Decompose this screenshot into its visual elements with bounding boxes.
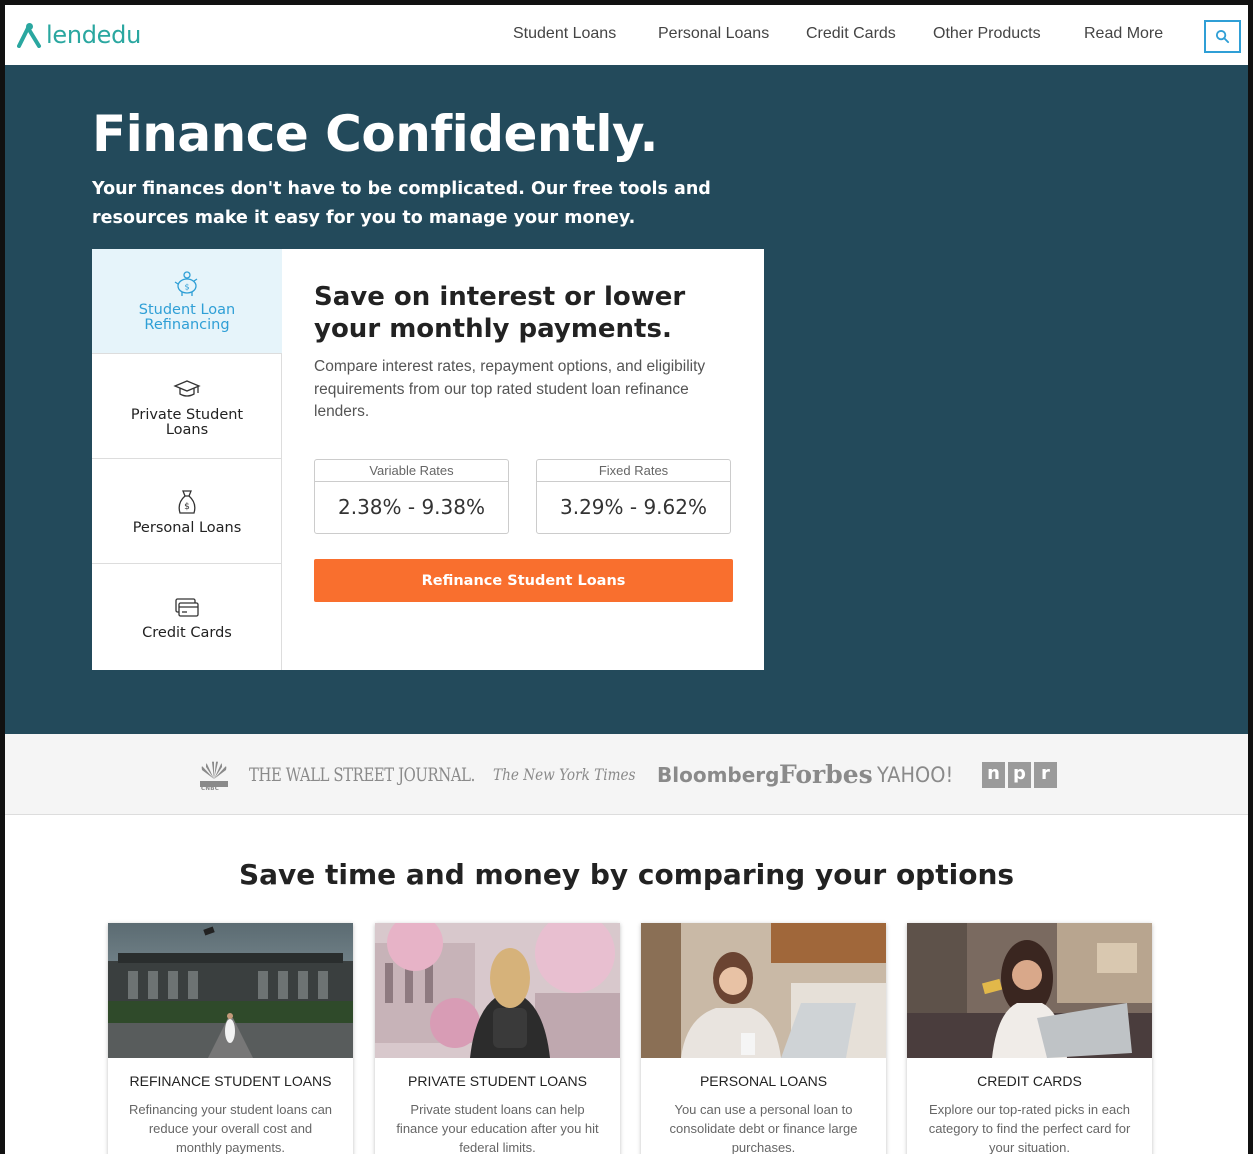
yahoo-logo: YAHOO! <box>877 762 954 787</box>
lendedu-logo[interactable]: lendedu <box>17 21 141 49</box>
woman-credit-card-photo <box>907 923 1152 1058</box>
card-refinance-student-loans[interactable]: REFINANCE STUDENT LOANS Refinancing your… <box>108 923 353 1154</box>
product-tabs: $ Student Loan Refinancing Private Stude… <box>92 249 282 670</box>
card-title: PERSONAL LOANS <box>699 1073 828 1089</box>
fixed-rates-label: Fixed Rates <box>537 460 730 482</box>
hero-subtitle-line-2: resources make it easy for you to manage… <box>92 208 636 228</box>
panel-description: Compare interest rates, repayment option… <box>314 358 706 420</box>
nav-student-loans[interactable]: Student Loans <box>513 25 616 43</box>
card-description: Refinancing your student loans can reduc… <box>128 1102 333 1154</box>
svg-text:$: $ <box>184 502 190 512</box>
card-title: CREDIT CARDS <box>977 1073 1082 1089</box>
logo-text: lendedu <box>46 21 141 49</box>
hero-subtitle: Your finances don't have to be complicat… <box>92 175 732 233</box>
press-logos-bar: CNBC THE WALL STREET JOURNAL. The New Yo… <box>5 734 1248 815</box>
npr-letter-n: n <box>982 761 1005 788</box>
credit-card-icon <box>175 598 199 617</box>
card-title: REFINANCE STUDENT LOANS <box>129 1073 332 1089</box>
hero-subtitle-line-1: Your finances don't have to be complicat… <box>92 179 711 199</box>
search-button[interactable] <box>1204 20 1241 53</box>
nav-other-products[interactable]: Other Products <box>933 25 1041 43</box>
tab-personal-loans[interactable]: $ Personal Loans <box>92 459 282 564</box>
variable-rates-value: 2.38% - 9.38% <box>337 495 485 519</box>
tab-private-student-loans[interactable]: Private Student Loans <box>92 354 282 459</box>
tab-label: Credit Cards <box>142 625 232 641</box>
panel-title: Save on interest or lower your monthly p… <box>314 282 686 344</box>
graduation-cap-icon <box>173 380 201 397</box>
wsj-logo: THE WALL STREET JOURNAL. <box>249 763 475 786</box>
card-credit-cards[interactable]: CREDIT CARDS Explore our top-rated picks… <box>907 923 1152 1154</box>
woman-laptop-kitchen-photo <box>641 923 886 1058</box>
forbes-logo: Forbes <box>779 760 873 789</box>
card-private-student-loans[interactable]: PRIVATE STUDENT LOANS Private student lo… <box>375 923 620 1154</box>
variable-rates-box: Variable Rates 2.38% - 9.38% <box>314 459 509 534</box>
card-title: PRIVATE STUDENT LOANS <box>408 1073 587 1089</box>
svg-text:$: $ <box>184 283 189 292</box>
hero-section: Finance Confidently. Your finances don't… <box>5 65 1248 734</box>
product-widget: $ Student Loan Refinancing Private Stude… <box>92 249 764 670</box>
npr-logo: npr npr <box>982 734 1060 815</box>
hero-title: Finance Confidently. <box>92 105 659 163</box>
fixed-rates-value: 3.29% - 9.62% <box>559 495 707 519</box>
cnbc-logo-text: CNBC <box>201 786 220 792</box>
cnbc-logo: CNBC <box>196 734 232 815</box>
student-backpack-photo <box>375 923 620 1058</box>
nav-read-more[interactable]: Read More <box>1084 25 1163 43</box>
search-icon <box>1215 29 1230 44</box>
npr-letter-p: p <box>1008 761 1031 788</box>
card-description: You can use a personal loan to consolida… <box>669 1102 858 1154</box>
lendedu-logo-icon <box>17 23 41 48</box>
npr-letter-r: r <box>1034 761 1057 788</box>
refinance-student-loans-button[interactable]: Refinance Student Loans <box>314 559 733 602</box>
card-description: Explore our top-rated picks in each cate… <box>928 1102 1131 1154</box>
bloomberg-logo: Bloomberg <box>657 762 780 787</box>
cnbc-peacock-icon <box>200 761 228 787</box>
nyt-logo: The New York Times <box>493 765 636 784</box>
tab-student-loan-refinancing[interactable]: $ Student Loan Refinancing <box>92 249 282 354</box>
money-bag-icon: $ <box>178 489 196 514</box>
fixed-rates-box: Fixed Rates 3.29% - 9.62% <box>536 459 731 534</box>
nav-personal-loans[interactable]: Personal Loans <box>658 25 769 43</box>
card-description: Private student loans can help finance y… <box>396 1102 599 1154</box>
compare-section-title: Save time and money by comparing your op… <box>238 858 1015 891</box>
variable-rates-label: Variable Rates <box>315 460 508 482</box>
stadium-graduation-photo <box>108 923 353 1058</box>
tab-label: Private Student Loans <box>130 407 244 438</box>
tab-label: Personal Loans <box>132 519 242 536</box>
top-header: lendedu Student Loans Personal Loans Cre… <box>5 5 1248 65</box>
piggy-bank-icon: $ <box>174 271 198 296</box>
card-personal-loans[interactable]: PERSONAL LOANS You can use a personal lo… <box>641 923 886 1154</box>
nav-credit-cards[interactable]: Credit Cards <box>806 25 896 43</box>
tab-label: Student Loan Refinancing <box>138 302 236 333</box>
tab-credit-cards[interactable]: Credit Cards <box>92 564 282 669</box>
page: lendedu Student Loans Personal Loans Cre… <box>0 0 1253 1154</box>
